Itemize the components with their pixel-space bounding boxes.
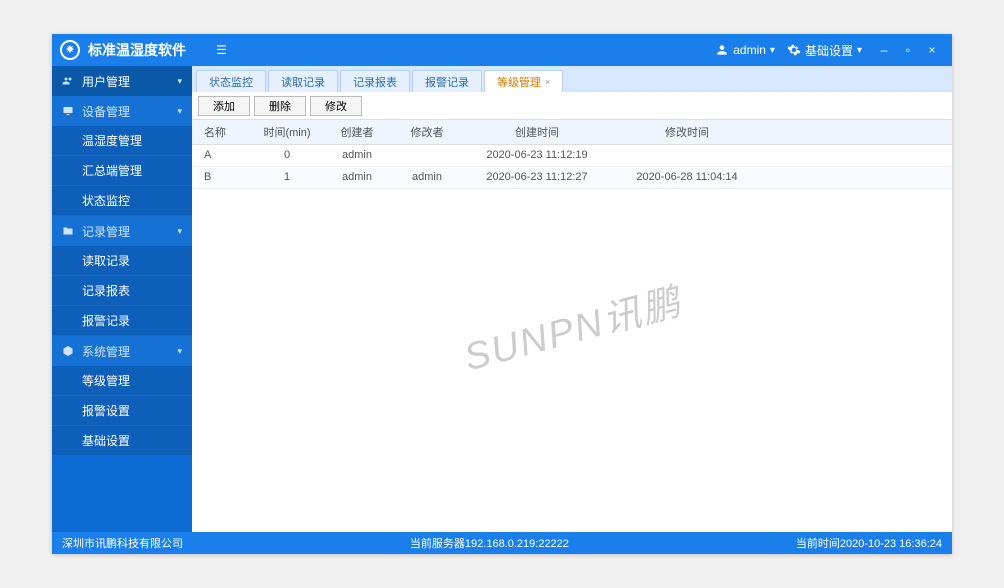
titlebar: 标准温湿度软件 ☰ admin 基础设置 – ▫ ×	[52, 34, 952, 66]
maximize-button[interactable]: ▫	[896, 43, 920, 57]
cube-icon	[60, 345, 76, 357]
add-button[interactable]: 添加	[198, 96, 250, 116]
content: 名称 时间(min) 创建者 修改者 创建时间 修改时间 A 0	[192, 120, 952, 532]
sidebar-group-label: 用户管理	[82, 73, 130, 90]
sidebar-group-system[interactable]: 系统管理 ▾	[52, 336, 192, 366]
col-header[interactable]: 创建者	[322, 120, 392, 144]
tab[interactable]: 状态监控	[196, 70, 266, 92]
statusbar: 深圳市讯鹏科技有限公司 当前服务器192.168.0.219:22222 当前时…	[52, 532, 952, 554]
sidebar-item[interactable]: 基础设置	[52, 426, 192, 456]
tab[interactable]: 记录报表	[340, 70, 410, 92]
delete-button[interactable]: 删除	[254, 96, 306, 116]
monitor-icon	[60, 105, 76, 117]
app-window: 标准温湿度软件 ☰ admin 基础设置 – ▫ × 用户管理 ▾ 设备管理	[52, 34, 952, 554]
minimize-button[interactable]: –	[872, 43, 896, 57]
tab[interactable]: 报警记录	[412, 70, 482, 92]
col-header	[762, 120, 952, 144]
app-logo-icon	[60, 40, 80, 60]
edit-button[interactable]: 修改	[310, 96, 362, 116]
table-row[interactable]: A 0 admin 2020-06-23 11:12:19	[192, 144, 952, 166]
time-label: 当前时间2020-10-23 16:36:24	[796, 535, 942, 551]
sidebar-group-label: 系统管理	[82, 343, 130, 360]
gear-icon	[787, 43, 801, 57]
data-table: 名称 时间(min) 创建者 修改者 创建时间 修改时间 A 0	[192, 120, 952, 189]
main-area: 状态监控 读取记录 记录报表 报警记录 等级管理× 添加 删除 修改 名称 时间…	[192, 66, 952, 532]
sidebar-group-device[interactable]: 设备管理 ▾	[52, 96, 192, 126]
table-row[interactable]: B 1 admin admin 2020-06-23 11:12:27 2020…	[192, 166, 952, 188]
user-icon	[715, 43, 729, 57]
users-icon	[60, 75, 76, 87]
sidebar-group-records[interactable]: 记录管理 ▾	[52, 216, 192, 246]
watermark: SUNPN讯鹏	[457, 271, 687, 382]
server-label: 当前服务器192.168.0.219:22222	[183, 535, 796, 551]
col-header[interactable]: 名称	[192, 120, 252, 144]
chevron-down-icon: ▾	[177, 346, 182, 357]
sidebar-item[interactable]: 记录报表	[52, 276, 192, 306]
chevron-down-icon: ▾	[177, 76, 182, 87]
col-header[interactable]: 修改者	[392, 120, 462, 144]
tabstrip: 状态监控 读取记录 记录报表 报警记录 等级管理×	[192, 66, 952, 92]
sidebar-item[interactable]: 等级管理	[52, 366, 192, 396]
close-tab-icon[interactable]: ×	[545, 77, 550, 87]
settings-label: 基础设置	[805, 42, 853, 59]
sidebar: 用户管理 ▾ 设备管理 ▾ 温湿度管理 汇总端管理 状态监控 记录管理 ▾ 读取…	[52, 66, 192, 532]
settings-menu[interactable]: 基础设置	[787, 42, 862, 59]
toolbar: 添加 删除 修改	[192, 92, 952, 120]
close-button[interactable]: ×	[920, 43, 944, 57]
sidebar-group-users[interactable]: 用户管理 ▾	[52, 66, 192, 96]
sidebar-item[interactable]: 状态监控	[52, 186, 192, 216]
chevron-down-icon: ▾	[177, 106, 182, 117]
tab[interactable]: 读取记录	[268, 70, 338, 92]
sidebar-item[interactable]: 读取记录	[52, 246, 192, 276]
user-label: admin	[733, 43, 766, 57]
sidebar-group-label: 记录管理	[82, 223, 130, 240]
sidebar-group-label: 设备管理	[82, 103, 130, 120]
app-title: 标准温湿度软件	[88, 40, 186, 60]
user-menu[interactable]: admin	[715, 43, 775, 57]
tab-active[interactable]: 等级管理×	[484, 70, 563, 92]
col-header[interactable]: 创建时间	[462, 120, 612, 144]
company-label: 深圳市讯鹏科技有限公司	[62, 535, 183, 551]
sidebar-item[interactable]: 报警记录	[52, 306, 192, 336]
folder-icon	[60, 225, 76, 237]
col-header[interactable]: 修改时间	[612, 120, 762, 144]
sidebar-item[interactable]: 温湿度管理	[52, 126, 192, 156]
sidebar-item[interactable]: 汇总端管理	[52, 156, 192, 186]
sidebar-item[interactable]: 报警设置	[52, 396, 192, 426]
col-header[interactable]: 时间(min)	[252, 120, 322, 144]
menu-toggle-icon[interactable]: ☰	[216, 43, 227, 57]
chevron-down-icon: ▾	[177, 226, 182, 237]
